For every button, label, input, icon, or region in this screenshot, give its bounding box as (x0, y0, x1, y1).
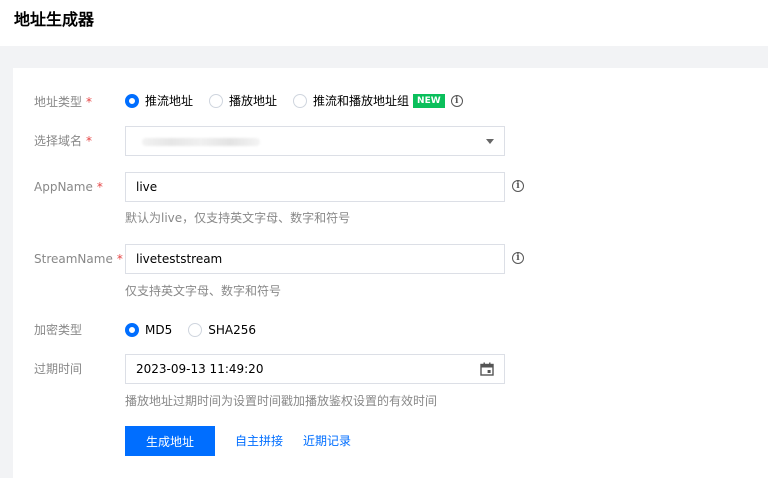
required-mark: * (86, 95, 93, 109)
radio-circle (188, 323, 203, 337)
streamname-label: StreamName * (34, 252, 123, 266)
encryption-radio-group: MD5 SHA256 (125, 322, 272, 338)
radio-circle (293, 94, 308, 108)
expiry-input[interactable] (126, 355, 504, 383)
form-card: 地址类型 * 推流地址 播放地址 推流和播放地址组 NEW i 选择域名 * App… (13, 68, 768, 478)
address-type-label: 地址类型 * (34, 95, 93, 109)
expiry-hint: 播放地址过期时间为设置时间戳加播放鉴权设置的有效时间 (125, 394, 438, 408)
appname-hint: 默认为live，仅支持英文字母、数字和符号 (125, 211, 351, 225)
address-type-radio-group: 推流地址 播放地址 推流和播放地址组 NEW i (125, 93, 463, 109)
appname-input-wrapper (125, 172, 505, 202)
required-mark: * (96, 180, 103, 194)
required-mark: * (86, 134, 93, 148)
radio-push-address[interactable]: 推流地址 (125, 93, 193, 109)
generate-address-button[interactable]: 生成地址 (125, 426, 215, 456)
streamname-info-icon[interactable]: i (512, 252, 524, 264)
domain-select[interactable] (125, 126, 505, 156)
radio-push-and-play-group[interactable]: 推流和播放地址组 (293, 93, 409, 109)
streamname-hint: 仅支持英文字母、数字和符号 (125, 284, 282, 298)
radio-circle (125, 323, 139, 337)
redacted-domain-value (142, 138, 260, 146)
radio-circle (125, 94, 139, 108)
page-header: 地址生成器 (0, 0, 768, 46)
expiry-datetime-picker[interactable] (125, 354, 505, 384)
required-mark: * (116, 252, 123, 266)
streamname-input[interactable] (126, 245, 504, 273)
appname-info-icon[interactable]: i (512, 180, 524, 192)
chevron-down-icon (486, 139, 494, 144)
encryption-label: 加密类型 (34, 323, 83, 337)
radio-circle (209, 94, 224, 108)
domain-label: 选择域名 * (34, 134, 93, 148)
new-badge: NEW (413, 94, 445, 108)
radio-sha256[interactable]: SHA256 (188, 322, 256, 338)
recent-records-link[interactable]: 近期记录 (303, 433, 351, 449)
page-title: 地址生成器 (14, 10, 95, 29)
radio-md5[interactable]: MD5 (125, 322, 172, 338)
info-icon[interactable]: i (450, 95, 463, 107)
streamname-input-wrapper (125, 244, 505, 274)
appname-input[interactable] (126, 173, 504, 201)
custom-concat-link[interactable]: 自主拼接 (235, 433, 283, 449)
appname-label: AppName * (34, 180, 103, 194)
radio-play-address[interactable]: 播放地址 (209, 93, 277, 109)
expiry-label: 过期时间 (34, 362, 83, 376)
calendar-icon (480, 362, 494, 376)
